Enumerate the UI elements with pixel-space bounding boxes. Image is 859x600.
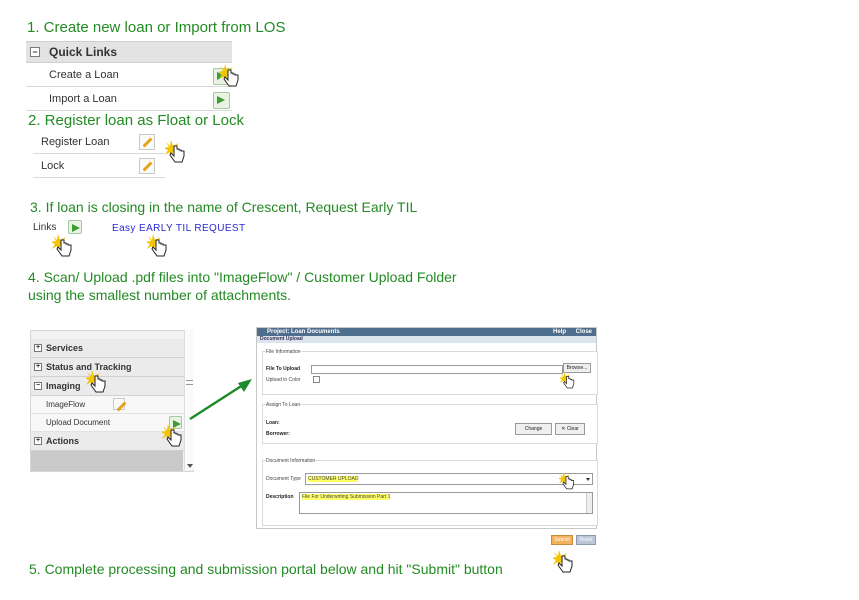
register-loan-label: Register Loan <box>41 136 110 148</box>
hand-cursor-icon <box>553 550 573 573</box>
early-til-request-link[interactable]: Easy EARLY TIL REQUEST <box>112 223 245 234</box>
collapse-toggle-icon[interactable]: − <box>34 382 42 390</box>
loan-documents-window: Project: Loan Documents Help Close Docum… <box>256 327 598 529</box>
step-5-heading: 5. Complete processing and submission po… <box>29 561 503 577</box>
register-panel: Register Loan Lock <box>33 130 165 178</box>
expand-toggle-icon[interactable]: + <box>34 363 42 371</box>
help-button[interactable]: Help <box>553 328 566 336</box>
quick-links-panel: − Quick Links Create a Loan Import a Loa… <box>26 41 232 111</box>
upload-in-color-label: Upload in Color <box>266 377 301 383</box>
register-loan-row[interactable]: Register Loan <box>33 130 165 154</box>
nav-item-label: Actions <box>46 436 80 446</box>
nav-sub-imageflow[interactable]: ImageFlow <box>31 396 193 414</box>
file-to-upload-label: File To Upload <box>266 366 301 372</box>
lock-label: Lock <box>41 160 65 172</box>
nav-item-status-tracking[interactable]: + Status and Tracking <box>31 358 193 377</box>
step-2-heading: 2. Register loan as Float or Lock <box>28 112 244 129</box>
hand-cursor-icon <box>162 424 182 447</box>
textarea-scrollbar[interactable] <box>586 493 592 513</box>
nav-sub-label: Upload Document <box>46 418 111 427</box>
section-header: Document Upload <box>257 336 596 343</box>
pointer-arrow-icon <box>189 379 252 421</box>
clear-button[interactable]: ✕ Clear <box>555 423 585 435</box>
clear-button-label: Clear <box>566 426 579 432</box>
expand-toggle-icon[interactable]: + <box>34 437 42 445</box>
loan-label: Loan: <box>266 420 280 426</box>
reset-button[interactable]: Reset <box>576 535 596 545</box>
upload-in-color-checkbox[interactable] <box>313 376 320 383</box>
change-button[interactable]: Change <box>515 423 552 435</box>
doc-info-legend: Document Information <box>266 458 316 464</box>
hand-cursor-icon <box>165 140 185 163</box>
file-to-upload-input[interactable] <box>311 365 563 374</box>
quick-link-label: Import a Loan <box>49 93 117 105</box>
nav-item-imaging[interactable]: − Imaging <box>31 377 193 396</box>
dropdown-icon[interactable] <box>586 478 590 481</box>
step-3-heading: 3. If loan is closing in the name of Cre… <box>30 199 418 215</box>
description-value: File For Underwriting Submission Part 1 <box>302 494 391 500</box>
close-button[interactable]: Close <box>576 328 592 336</box>
links-label: Links <box>33 222 57 233</box>
document-information-group: Document Information Document Type CUSTO… <box>262 458 598 526</box>
file-information-group: File Information File To Upload Browse..… <box>262 349 598 395</box>
nav-item-label: Services <box>46 343 84 353</box>
quick-links-title: Quick Links <box>49 45 118 59</box>
hand-cursor-icon <box>52 234 72 257</box>
pencil-icon[interactable] <box>113 398 125 410</box>
scroll-down-icon[interactable] <box>187 464 193 468</box>
hand-cursor-icon <box>219 64 239 87</box>
step-4-heading-line2: using the smallest number of attachments… <box>28 287 292 303</box>
document-type-label: Document Type <box>266 476 301 482</box>
borrower-label: Borrower: <box>266 431 290 437</box>
hand-cursor-icon <box>559 472 575 490</box>
description-label: Description <box>266 494 294 500</box>
document-type-select[interactable]: CUSTOMER UPLOAD <box>305 473 593 485</box>
step-1-heading: 1. Create new loan or Import from LOS <box>27 19 286 36</box>
nav-item-services[interactable]: + Services <box>31 339 193 358</box>
file-info-legend: File Information <box>266 349 301 355</box>
quick-links-header[interactable]: − Quick Links <box>26 41 232 63</box>
assign-legend: Assign To Loan <box>266 402 301 408</box>
hand-cursor-icon <box>560 372 575 389</box>
quick-link-create-loan[interactable]: Create a Loan <box>26 63 232 87</box>
quick-link-import-loan[interactable]: Import a Loan <box>26 87 232 111</box>
assign-to-loan-group: Assign To Loan Loan: Borrower: Change ✕ … <box>262 402 598 444</box>
quick-link-label: Create a Loan <box>49 69 119 81</box>
pencil-icon[interactable] <box>139 158 155 174</box>
submit-button[interactable]: Submit <box>551 535 573 545</box>
window-title-bar: Project: Loan Documents Help Close <box>257 328 596 336</box>
go-arrow-icon[interactable] <box>68 220 82 234</box>
go-arrow-icon[interactable] <box>213 92 230 109</box>
nav-sub-label: ImageFlow <box>46 400 86 409</box>
step-4-heading-line1: 4. Scan/ Upload .pdf files into "ImageFl… <box>28 269 457 285</box>
collapse-toggle-icon[interactable]: − <box>30 47 40 57</box>
change-button-label: Change <box>524 426 543 432</box>
hand-cursor-icon <box>86 370 106 393</box>
nav-item-label: Imaging <box>46 381 81 391</box>
hand-cursor-icon <box>147 234 167 257</box>
lock-row[interactable]: Lock <box>33 154 165 178</box>
document-type-value: CUSTOMER UPLOAD <box>308 476 359 482</box>
pencil-icon[interactable] <box>139 134 155 150</box>
expand-toggle-icon[interactable]: + <box>34 344 42 352</box>
description-textarea[interactable]: File For Underwriting Submission Part 1 <box>299 492 593 514</box>
window-title: Project: Loan Documents <box>267 329 340 335</box>
navigation-panel: + Services + Status and Tracking − Imagi… <box>30 330 194 472</box>
nav-footer-bar <box>31 451 183 471</box>
